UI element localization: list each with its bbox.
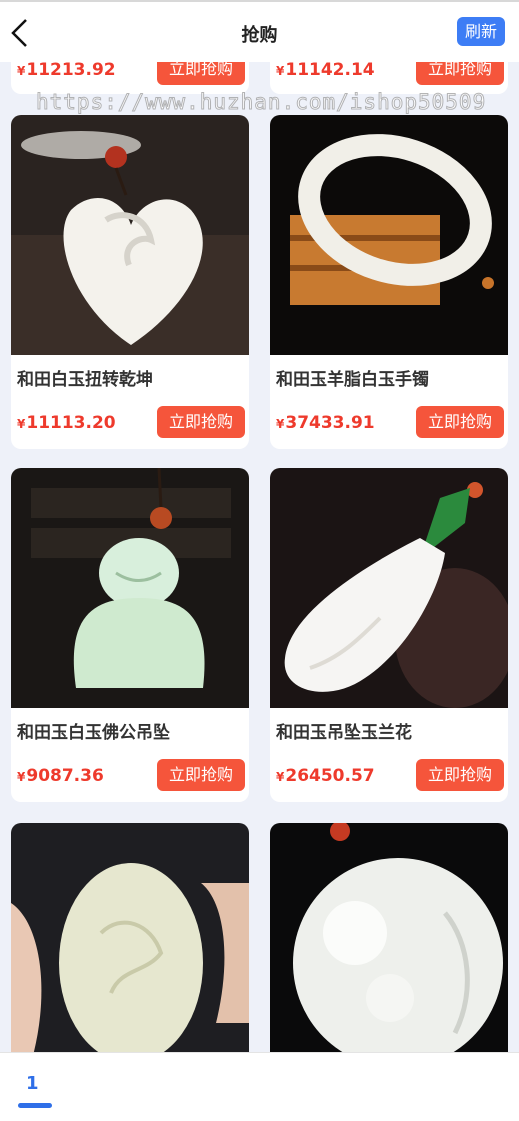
product-image[interactable] [270, 468, 508, 708]
buy-now-button[interactable]: 立即抢购 [157, 406, 245, 438]
product-grid: ¥11213.92 立即抢购 ¥11142.14 立即抢购 和田白玉扭转乾坤 ¥… [0, 0, 519, 1052]
product-card[interactable]: 和田玉羊脂白玉手镯 ¥37433.91 立即抢购 [270, 115, 508, 449]
product-card[interactable] [11, 823, 249, 1052]
product-price: ¥11142.14 [276, 60, 375, 80]
white-jade-heart-pendant-icon [11, 115, 249, 355]
top-bar: 抢购 刷新 [0, 0, 519, 62]
product-price: ¥11213.92 [17, 60, 116, 80]
product-image[interactable] [270, 115, 508, 355]
product-card[interactable]: 和田玉白玉佛公吊坠 ¥9087.36 立即抢购 [11, 468, 249, 802]
page-number-1[interactable]: 1 [26, 1073, 39, 1094]
carved-jade-gourd-pendant-icon [270, 823, 508, 1052]
watermark-text: https://www.huzhan.com/ishop50509 [35, 90, 487, 115]
product-image[interactable] [11, 468, 249, 708]
product-image[interactable] [11, 823, 249, 1052]
product-image[interactable] [270, 823, 508, 1052]
product-name: 和田玉白玉佛公吊坠 [17, 723, 170, 743]
product-image[interactable] [11, 115, 249, 355]
product-price: ¥9087.36 [17, 766, 104, 786]
white-jade-bangle-icon [270, 115, 508, 355]
buy-now-button[interactable]: 立即抢购 [157, 759, 245, 791]
product-name: 和田玉羊脂白玉手镯 [276, 370, 429, 390]
refresh-button[interactable]: 刷新 [456, 17, 505, 46]
jade-magnolia-pendant-icon [270, 468, 508, 708]
page-title: 抢购 [241, 25, 278, 46]
buy-now-button[interactable]: 立即抢购 [416, 406, 504, 438]
product-card[interactable] [270, 823, 508, 1052]
buy-now-button[interactable]: 立即抢购 [416, 759, 504, 791]
product-card[interactable]: 和田玉吊坠玉兰花 ¥26450.57 立即抢购 [270, 468, 508, 802]
product-price: ¥37433.91 [276, 413, 375, 433]
product-card[interactable]: 和田白玉扭转乾坤 ¥11113.20 立即抢购 [11, 115, 249, 449]
active-page-indicator [18, 1103, 52, 1108]
jade-buddha-pendant-icon [11, 468, 249, 708]
carved-jade-pebble-icon [11, 823, 249, 1052]
product-name: 和田玉吊坠玉兰花 [276, 723, 412, 743]
product-price: ¥11113.20 [17, 413, 116, 433]
product-name: 和田白玉扭转乾坤 [17, 370, 153, 390]
pagination-bar: 1 [0, 1052, 519, 1121]
product-price: ¥26450.57 [276, 766, 375, 786]
